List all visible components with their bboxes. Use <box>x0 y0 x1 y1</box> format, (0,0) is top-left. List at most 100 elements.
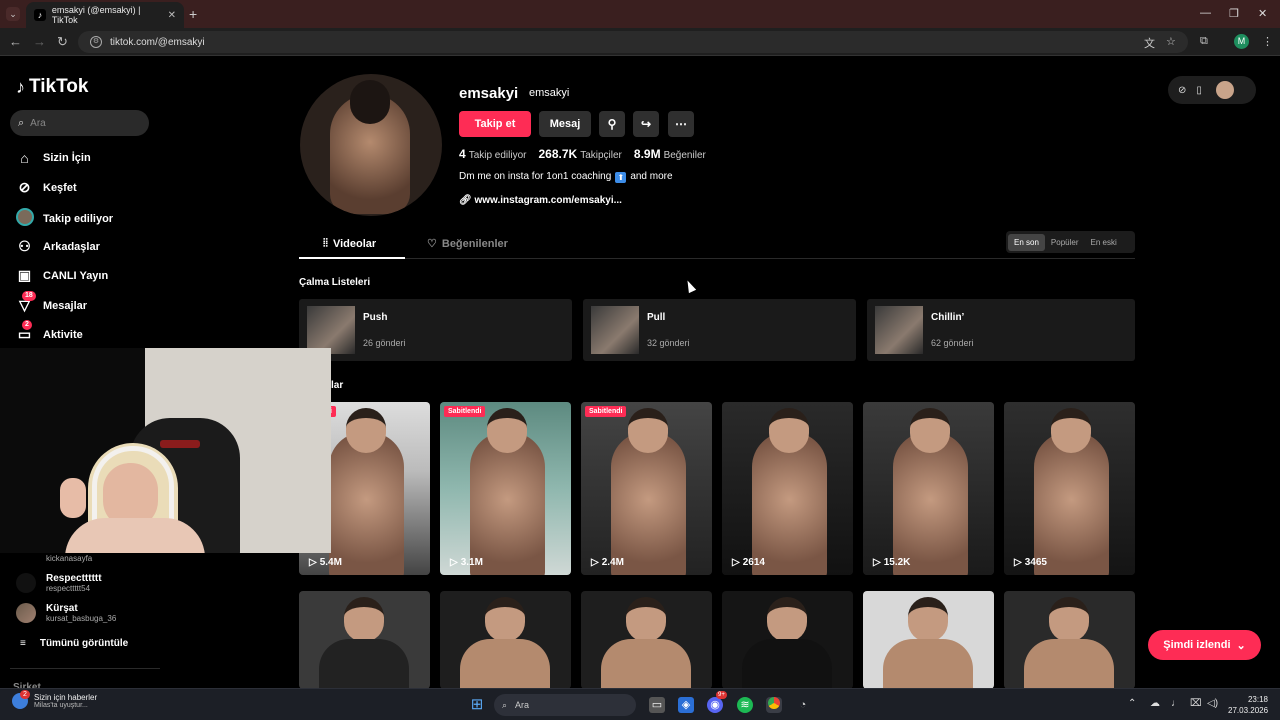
translate-icon[interactable]: 文 <box>1144 35 1155 51</box>
bookmark-star-icon[interactable]: ☆ <box>1166 35 1176 48</box>
view-count: ▷ 2614 <box>732 557 765 568</box>
spotify-icon[interactable]: ≋ <box>737 697 753 713</box>
nav-item-live[interactable]: ▣ CANLI Yayın <box>16 267 108 284</box>
video-subject <box>319 639 409 689</box>
app-icon[interactable]: ◔ <box>795 697 811 713</box>
browser-profile-avatar[interactable]: M <box>1234 34 1249 49</box>
friends-icon: ⚇ <box>18 238 31 254</box>
follow-button[interactable]: Takip et <box>459 111 531 137</box>
forward-icon[interactable]: → <box>33 34 46 49</box>
likes-stat: 8.9M Beğeniler <box>633 147 706 161</box>
video-card[interactable] <box>581 591 712 689</box>
playlist-card[interactable]: Push 26 gönderi <box>299 299 572 361</box>
see-all-button[interactable]: ≡ Tümünü görüntüle <box>20 638 128 649</box>
taskbar-search[interactable]: ⌕ Ara <box>494 694 636 716</box>
tiktok-logo[interactable]: ♪ TikTok <box>16 76 88 98</box>
heart-outline-icon: ♡ <box>427 238 437 250</box>
share-icon[interactable]: ↪ <box>633 111 659 137</box>
following-account[interactable]: Respectttttt respecttttt54 <box>16 573 102 593</box>
now-watching-button[interactable]: Şimdi izlendi ⌄ <box>1148 630 1261 660</box>
app-icon[interactable]: ◈ <box>678 697 694 713</box>
nav-label: Sizin İçin <box>43 152 91 164</box>
nav-item-friends[interactable]: ⚇ Arkadaşlar <box>16 238 100 255</box>
video-card[interactable]: ▷ 3465 <box>1004 402 1135 575</box>
following-account[interactable]: Kürşat kursat_basbuga_36 <box>16 603 116 623</box>
message-button[interactable]: Mesaj <box>539 111 591 137</box>
close-tab-icon[interactable]: ✕ <box>168 10 176 21</box>
cloud-icon[interactable]: ☁ <box>1150 698 1160 709</box>
back-icon[interactable]: ← <box>9 34 22 49</box>
sort-oldest[interactable]: En eski <box>1084 234 1122 251</box>
video-subject <box>742 639 832 689</box>
taskbar-clock[interactable]: 23:18 27.03.2026 <box>1228 694 1268 716</box>
nav-label: Takip ediliyor <box>43 212 114 225</box>
browser-tab[interactable]: ♪ emsakyi (@emsakyi) | TikTok ✕ <box>26 2 184 28</box>
task-view-icon[interactable]: ▭ <box>649 697 665 713</box>
followers-stat[interactable]: 268.7K Takipçiler <box>539 147 622 161</box>
see-all-label: Tümünü görüntüle <box>39 638 129 649</box>
user-avatar[interactable] <box>1215 81 1234 99</box>
chrome-icon[interactable] <box>766 697 782 713</box>
video-card[interactable] <box>299 591 430 689</box>
video-card[interactable] <box>1004 591 1135 689</box>
tray-chevron-icon[interactable]: ⌃ <box>1128 698 1136 709</box>
sort-toggle: En son Popüler En eski <box>1006 231 1135 253</box>
nav-label: Arkadaşlar <box>43 240 100 253</box>
discord-icon[interactable]: ◉ 9+ <box>707 691 727 713</box>
more-options-icon[interactable]: ⋯ <box>668 111 694 137</box>
messages-badge: 18 <box>22 291 36 301</box>
reload-icon[interactable]: ↻ <box>57 34 68 50</box>
mic-icon[interactable]: ♩ <box>1171 698 1181 709</box>
profile-avatar[interactable] <box>300 74 442 216</box>
profile-link[interactable]: 🔗︎ www.instagram.com/emsakyi... <box>459 195 622 206</box>
video-subject <box>611 432 686 575</box>
tab-search-icon[interactable]: ⌄ <box>6 7 20 21</box>
video-card[interactable]: ▷ 2614 <box>722 402 853 575</box>
nav-item-for-you[interactable]: ⌂ Sizin İçin <box>16 150 91 166</box>
nav-item-messages[interactable]: ▽ 18 Mesajlar <box>16 291 87 314</box>
nav-item-following[interactable]: Takip ediliyor <box>16 208 113 229</box>
extensions-icon[interactable]: ⧉ <box>1200 35 1208 48</box>
network-icon[interactable]: ⌧ <box>1190 698 1202 709</box>
nav-item-activity[interactable]: ▭ 2 Aktivite <box>16 320 83 343</box>
browser-menu-icon[interactable]: ⋮ <box>1262 35 1273 48</box>
news-title: Sizin için haberler <box>34 693 98 702</box>
tab-liked[interactable]: ♡ Beğenilenler <box>427 237 508 251</box>
playlist-card[interactable]: Chillin’ 62 gönderi <box>867 299 1135 361</box>
video-card[interactable] <box>863 591 994 689</box>
view-count: ▷ 3.1M <box>450 557 483 568</box>
site-info-icon[interactable]: ⚙ <box>90 36 102 48</box>
minimize-icon[interactable]: — <box>1200 7 1211 19</box>
profile-nickname: emsakyi <box>529 87 570 99</box>
volume-icon[interactable]: ◁) <box>1207 698 1218 709</box>
video-subject-head <box>626 597 666 642</box>
add-friend-icon[interactable]: ⚲ <box>599 111 625 137</box>
following-stat[interactable]: 4 Takip ediliyor <box>459 147 527 161</box>
playlist-count: 32 gönderi <box>647 338 690 348</box>
search-input[interactable]: ⌕ Ara <box>10 110 149 136</box>
nav-item-explore[interactable]: ⊘ Keşfet <box>16 179 77 196</box>
news-widget[interactable]: 2 Sizin için haberler Milas'ta uyuştur..… <box>12 690 98 709</box>
restore-icon[interactable]: ❐ <box>1229 7 1239 20</box>
windows-start-icon[interactable]: ⊞ <box>469 697 485 713</box>
sort-popular[interactable]: Popüler <box>1045 234 1085 251</box>
close-window-icon[interactable]: ✕ <box>1258 7 1267 20</box>
video-card[interactable] <box>440 591 571 689</box>
video-subject <box>1024 639 1114 689</box>
playlist-thumbnail <box>307 306 355 354</box>
video-subject-head <box>767 597 807 642</box>
playlist-card[interactable]: Pull 32 gönderi <box>583 299 856 361</box>
new-tab-icon[interactable]: + <box>189 6 197 22</box>
video-subject-head <box>346 408 386 453</box>
video-card[interactable] <box>722 591 853 689</box>
video-subject-head <box>485 597 525 642</box>
device-icon[interactable]: ▯ <box>1196 85 1202 96</box>
video-card[interactable]: Sabitlendi ▷ 2.4M <box>581 402 712 575</box>
sort-latest[interactable]: En son <box>1008 233 1045 251</box>
tab-videos[interactable]: ⦙⦙ Videolar <box>323 237 376 250</box>
compass-icon[interactable]: ⊘ <box>1178 85 1186 96</box>
video-card[interactable]: ▷ 15.2K <box>863 402 994 575</box>
account-handle: kickanasayfa <box>46 553 93 563</box>
address-bar[interactable]: ⚙ tiktok.com/@emsakyi <box>78 31 1188 53</box>
video-card[interactable]: Sabitlendi ▷ 3.1M <box>440 402 571 575</box>
